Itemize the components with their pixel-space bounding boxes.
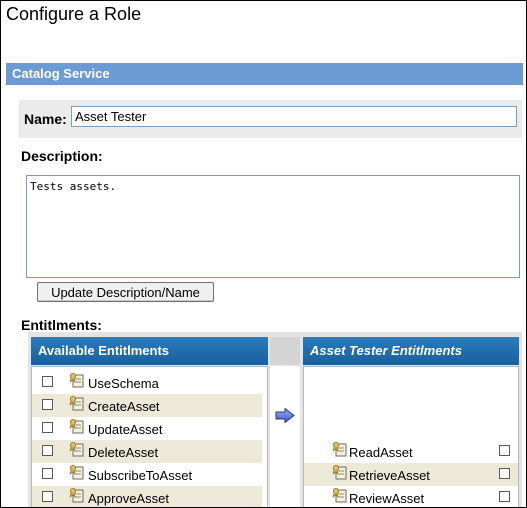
name-row: Name:	[19, 100, 522, 138]
entitlements-panel: Available Entitlments Asset Tester Entit…	[28, 332, 522, 507]
list-item[interactable]: CreateAsset	[32, 394, 262, 417]
entitlements-label: Entitlments:	[21, 317, 102, 333]
name-input[interactable]	[71, 106, 517, 127]
list-item[interactable]: ApproveAsset	[32, 486, 262, 507]
assigned-entitlements-list: ReadAsset RetrieveAsset ReviewAsset	[303, 366, 519, 507]
update-description-name-button[interactable]: Update Description/Name	[37, 282, 214, 302]
entitlement-checkbox[interactable]	[42, 422, 53, 433]
list-item[interactable]: UseSchema	[32, 371, 262, 394]
list-item[interactable]: UpdateAsset	[32, 417, 262, 440]
entitlement-label: SubscribeToAsset	[88, 468, 193, 483]
entitlement-label: UseSchema	[88, 376, 159, 391]
entitlement-checkbox[interactable]	[42, 399, 53, 410]
entitlement-icon	[69, 419, 84, 434]
entitlement-label: ReadAsset	[349, 445, 413, 460]
description-label: Description:	[21, 148, 103, 164]
entitlement-checkbox[interactable]	[499, 491, 510, 502]
entitlement-icon	[69, 442, 84, 457]
entitlement-label: UpdateAsset	[88, 422, 163, 437]
list-item[interactable]: ReviewAsset	[304, 486, 518, 507]
entitlement-label: ReviewAsset	[349, 491, 425, 506]
entitlement-checkbox[interactable]	[42, 468, 53, 479]
entitlement-checkbox[interactable]	[499, 468, 510, 479]
entitlement-label: CreateAsset	[88, 399, 160, 414]
entitlement-icon	[332, 465, 347, 480]
entitlement-label: RetrieveAsset	[349, 468, 430, 483]
assigned-entitlements-header: Asset Tester Entitlments	[303, 337, 519, 365]
configure-role-window: Configure a Role Catalog Service Name: D…	[0, 0, 527, 508]
arrow-right-icon[interactable]	[275, 408, 295, 423]
entitlement-label: DeleteAsset	[88, 445, 159, 460]
list-item[interactable]: ReadAsset	[304, 440, 518, 463]
entitlement-icon	[69, 396, 84, 411]
entitlement-checkbox[interactable]	[42, 376, 53, 387]
entitlement-icon	[332, 488, 347, 503]
page-title: Configure a Role	[6, 4, 142, 24]
move-column-header	[270, 337, 300, 365]
list-item[interactable]: DeleteAsset	[32, 440, 262, 463]
available-entitlements-header: Available Entitlments	[31, 337, 268, 365]
available-entitlements-list: UseSchema CreateAsset UpdateAsset DeleteAss…	[31, 366, 268, 507]
move-column	[270, 366, 300, 507]
list-item[interactable]: RetrieveAsset	[304, 463, 518, 486]
entitlement-icon	[69, 373, 84, 388]
entitlement-icon	[69, 465, 84, 480]
entitlement-icon	[332, 442, 347, 457]
entitlement-checkbox[interactable]	[42, 445, 53, 456]
list-item[interactable]: SubscribeToAsset	[32, 463, 262, 486]
entitlement-checkbox[interactable]	[499, 445, 510, 456]
section-header: Catalog Service	[6, 63, 523, 85]
description-textarea[interactable]: Tests assets.	[26, 175, 520, 278]
entitlement-label: ApproveAsset	[88, 491, 169, 506]
entitlement-icon	[69, 488, 84, 503]
name-label: Name:	[24, 111, 67, 127]
entitlement-checkbox[interactable]	[42, 491, 53, 502]
